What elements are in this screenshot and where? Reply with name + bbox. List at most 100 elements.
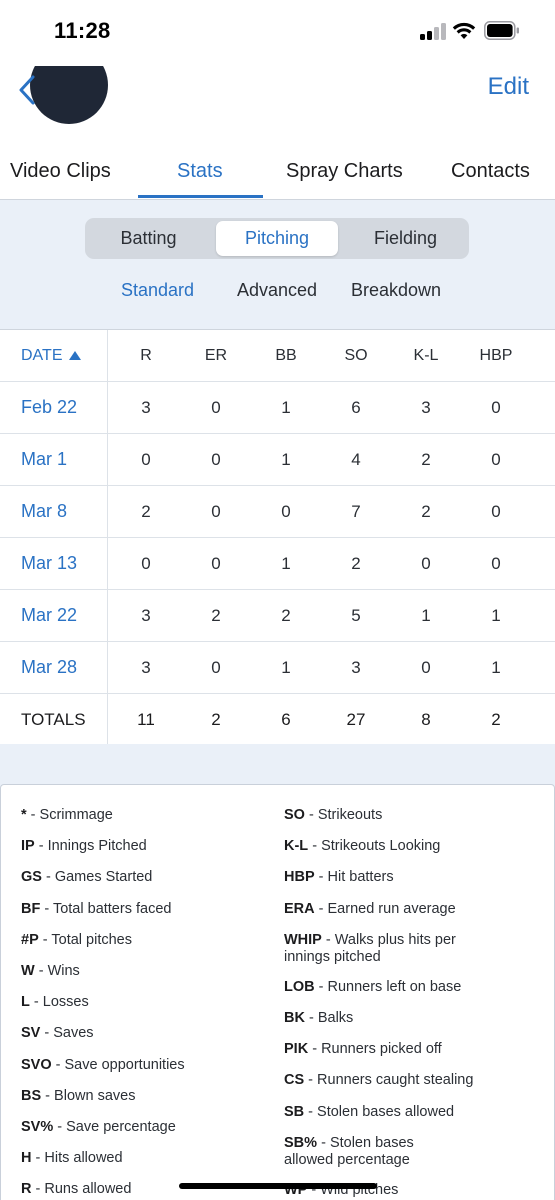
table-cell: 0 bbox=[211, 449, 221, 469]
table-cell: 0 bbox=[141, 449, 151, 469]
table-cell: 3 bbox=[141, 397, 151, 417]
table-cell: .( bbox=[546, 382, 555, 433]
table-row: Mar 28 3 0 1 3 0 1 .( bbox=[0, 642, 555, 694]
tab-video-clips[interactable]: Video Clips bbox=[10, 160, 111, 183]
table-header-row: DATE R ER BB SO K-L HBP B bbox=[0, 330, 555, 382]
table-cell: 7 bbox=[351, 501, 361, 521]
legend-item: SO - Strikeouts bbox=[284, 807, 383, 823]
active-tab-indicator bbox=[138, 195, 263, 198]
table-cell: 0 bbox=[281, 501, 291, 521]
table-row: Mar 22 3 2 2 5 1 1 .: bbox=[0, 590, 555, 642]
legend-item: SB% - Stolen bases allowed percentage bbox=[284, 1135, 414, 1168]
table-cell: 0 bbox=[421, 553, 431, 573]
date-link[interactable]: Mar 22 bbox=[0, 590, 108, 641]
table-cell: 1 bbox=[281, 449, 291, 469]
table-cell: 1 bbox=[421, 605, 431, 625]
legend-item: WHIP - Walks plus hits per innings pitche… bbox=[284, 932, 456, 965]
tab-spray-charts[interactable]: Spray Charts bbox=[286, 160, 403, 183]
totals-cell: 8 bbox=[421, 709, 431, 729]
table-cell: 0 bbox=[211, 501, 221, 521]
table-cell: 2 bbox=[141, 501, 151, 521]
table-cell: 4 bbox=[351, 449, 361, 469]
table-cell: 3 bbox=[141, 657, 151, 677]
legend-item: LOB - Runners left on base bbox=[284, 979, 462, 995]
column-header[interactable]: SO bbox=[336, 330, 376, 381]
table-cell: 0 bbox=[491, 397, 501, 417]
wifi-icon bbox=[452, 22, 476, 39]
legend-item: PIK - Runners picked off bbox=[284, 1041, 442, 1057]
totals-cell: 6 bbox=[281, 709, 291, 729]
totals-cell: 27 bbox=[346, 709, 366, 729]
table-cell: 2 bbox=[421, 449, 431, 469]
legend-item: K-L - Strikeouts Looking bbox=[284, 838, 441, 854]
table-cell: 0 bbox=[491, 501, 501, 521]
date-link[interactable]: Mar 28 bbox=[0, 642, 108, 693]
table-row: Feb 22 3 0 1 6 3 0 .( bbox=[0, 382, 555, 434]
column-header[interactable]: K-L bbox=[406, 330, 446, 381]
date-link[interactable]: Feb 22 bbox=[0, 382, 108, 433]
table-cell: 2 bbox=[421, 501, 431, 521]
column-header[interactable]: ER bbox=[196, 330, 236, 381]
legend-item: GS - Games Started bbox=[21, 869, 153, 885]
segment-batting[interactable]: Batting bbox=[88, 221, 209, 256]
segment-pitching[interactable]: Pitching bbox=[216, 221, 338, 256]
legend-item: BF - Total batters faced bbox=[21, 901, 172, 917]
legend-item: * - Scrimmage bbox=[21, 807, 113, 823]
battery-icon bbox=[484, 21, 519, 40]
date-link[interactable]: Mar 13 bbox=[0, 538, 108, 589]
legend-item: R - Runs allowed bbox=[21, 1181, 132, 1197]
table-cell: 0 bbox=[421, 657, 431, 677]
legend-item: H - Hits allowed bbox=[21, 1150, 123, 1166]
legend-section: * - Scrimmage IP - Innings Pitched GS - … bbox=[0, 744, 555, 1200]
subtab-advanced[interactable]: Advanced bbox=[237, 280, 317, 301]
table-cell: 0 bbox=[141, 553, 151, 573]
totals-cell: 11 bbox=[137, 709, 155, 729]
tab-contacts[interactable]: Contacts bbox=[451, 160, 530, 183]
stat-type-segmented-control: Batting Pitching Fielding bbox=[85, 218, 469, 259]
stat-abbreviation-legend: * - Scrimmage IP - Innings Pitched GS - … bbox=[0, 784, 555, 1200]
table-cell: 0 bbox=[491, 553, 501, 573]
table-cell: .( bbox=[546, 642, 555, 693]
column-header[interactable]: BB bbox=[266, 330, 306, 381]
column-header[interactable]: B bbox=[546, 330, 555, 381]
tab-bar: Video Clips Stats Spray Charts Contacts bbox=[0, 142, 555, 200]
cellular-signal-icon bbox=[420, 22, 446, 40]
totals-label: TOTALS bbox=[0, 694, 108, 744]
legend-item: L - Losses bbox=[21, 994, 89, 1010]
edit-button[interactable]: Edit bbox=[488, 73, 529, 101]
table-cell: 0 bbox=[211, 553, 221, 573]
table-cell: .: bbox=[546, 590, 555, 641]
date-link[interactable]: Mar 8 bbox=[0, 486, 108, 537]
totals-cell: 2 bbox=[491, 709, 501, 729]
segment-fielding[interactable]: Fielding bbox=[345, 221, 466, 256]
table-cell: 0 bbox=[491, 449, 501, 469]
back-button[interactable] bbox=[10, 70, 44, 110]
home-indicator[interactable] bbox=[179, 1183, 377, 1189]
table-cell: 0 bbox=[211, 657, 221, 677]
legend-item: W - Wins bbox=[21, 963, 80, 979]
totals-row: TOTALS 11 2 6 27 8 2 .( bbox=[0, 694, 555, 744]
legend-item: SV - Saves bbox=[21, 1025, 94, 1041]
column-header[interactable]: R bbox=[126, 330, 166, 381]
date-column-header[interactable]: DATE bbox=[0, 330, 108, 381]
tab-stats[interactable]: Stats bbox=[177, 160, 223, 183]
date-header-label: DATE bbox=[21, 346, 63, 364]
date-link[interactable]: Mar 1 bbox=[0, 434, 108, 485]
table-cell: 3 bbox=[141, 605, 151, 625]
table-cell: 2 bbox=[281, 605, 291, 625]
legend-item: #P - Total pitches bbox=[21, 932, 132, 948]
table-row: Mar 8 2 0 0 7 2 0 .( bbox=[0, 486, 555, 538]
legend-item: SB - Stolen bases allowed bbox=[284, 1104, 455, 1120]
table-cell: 1 bbox=[281, 553, 291, 573]
legend-item: BS - Blown saves bbox=[21, 1088, 136, 1104]
table-cell: 2 bbox=[351, 553, 361, 573]
table-cell: 1 bbox=[281, 397, 291, 417]
stats-filter-panel: Batting Pitching Fielding Standard Advan… bbox=[0, 200, 555, 330]
table-cell: .( bbox=[546, 434, 555, 485]
subtab-breakdown[interactable]: Breakdown bbox=[351, 280, 441, 301]
pitching-stats-table: DATE R ER BB SO K-L HBP B Feb 22 3 0 1 6… bbox=[0, 330, 555, 744]
subtab-standard[interactable]: Standard bbox=[121, 280, 194, 301]
column-header[interactable]: HBP bbox=[476, 330, 516, 381]
table-cell: 3 bbox=[421, 397, 431, 417]
status-bar: 11:28 bbox=[0, 0, 555, 62]
